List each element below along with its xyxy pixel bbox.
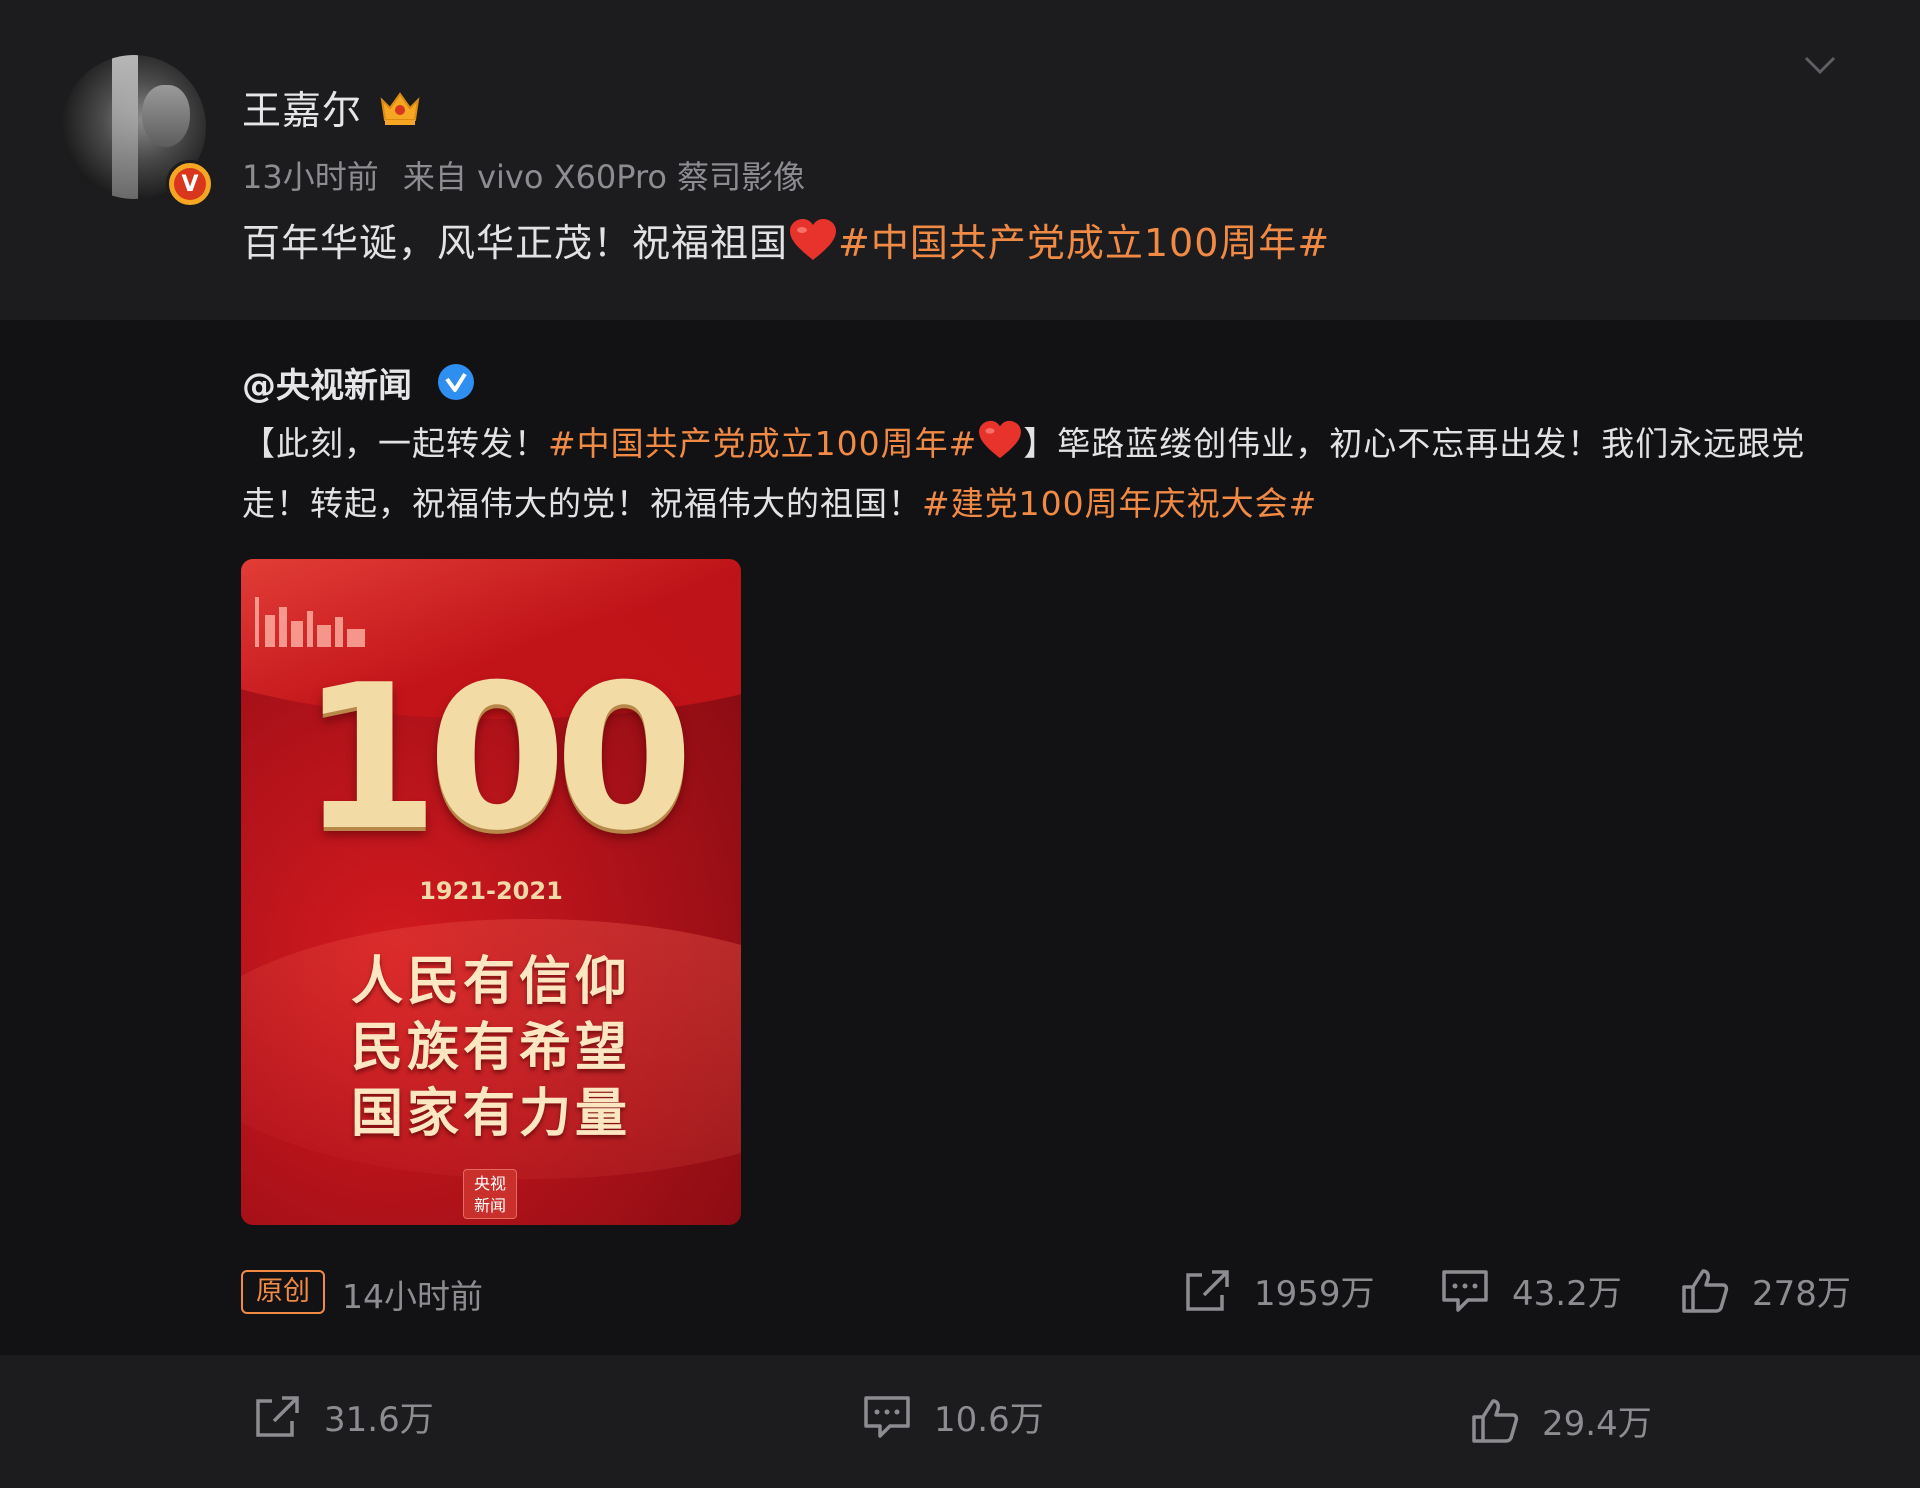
verified-blue-icon <box>438 364 474 400</box>
original-badge: 原创 <box>241 1270 325 1314</box>
repost-text-part1: 【此刻，一起转发！ <box>242 424 548 463</box>
share-count: 31.6万 <box>324 1400 434 1440</box>
post-topic-link[interactable]: #中国共产党成立100周年# <box>838 221 1330 265</box>
repost-time: 14小时前 <box>342 1277 483 1316</box>
share-icon <box>1186 1269 1229 1311</box>
avatar-stripe <box>112 55 138 199</box>
repost-comment-button[interactable]: 43.2万 <box>1440 1266 1622 1315</box>
like-count: 29.4万 <box>1542 1404 1652 1444</box>
like-button[interactable]: 29.4万 <box>1470 1396 1652 1445</box>
comment-button[interactable]: 10.6万 <box>862 1392 1044 1441</box>
repost-text: 【此刻，一起转发！#中国共产党成立100周年# 】筚路蓝缕创伟业，初心不忘再出发！… <box>242 414 1842 534</box>
post-meta: 13小时前 来自 vivo X60Pro 蔡司影像 <box>242 152 819 198</box>
share-icon <box>256 1395 299 1437</box>
avatar-face <box>142 85 190 147</box>
post-text-body: 百年华诞，风华正茂！祝福祖国 <box>242 221 789 265</box>
verified-v-badge-icon: V <box>166 160 214 208</box>
post-text: 百年华诞，风华正茂！祝福祖国 #中国共产党成立100周年# <box>242 212 1330 267</box>
post-source[interactable]: 来自 vivo X60Pro 蔡司影像 <box>403 158 805 196</box>
repost-image[interactable]: 100 1921-2021 人民有信仰 民族有希望 国家有力量 央视 新闻 <box>241 559 741 1225</box>
repost-like-button[interactable]: 278万 <box>1680 1266 1851 1315</box>
comment-icon <box>864 1395 910 1438</box>
repost-comment-count: 43.2万 <box>1512 1274 1622 1314</box>
share-button[interactable]: 31.6万 <box>252 1392 434 1441</box>
poster-years: 1921-2021 <box>419 877 563 905</box>
post-username[interactable]: 王嘉尔 <box>242 80 362 136</box>
repost-share-button[interactable]: 1959万 <box>1182 1266 1375 1315</box>
poster-slogan-line: 民族有希望 <box>350 1018 631 1078</box>
thumbs-up-icon <box>1682 1268 1729 1313</box>
cctv-news-logo: 央视 新闻 <box>463 1169 517 1219</box>
post-time: 13小时前 <box>242 158 379 196</box>
comment-icon <box>1442 1269 1488 1312</box>
heart-emoji-icon <box>790 219 837 260</box>
repost-topic-link-2[interactable]: #建党100周年庆祝大会# <box>922 484 1317 523</box>
chevron-down-icon[interactable] <box>1800 50 1840 80</box>
heart-emoji-icon <box>979 420 1022 459</box>
repost-share-count: 1959万 <box>1254 1274 1375 1314</box>
poster-slogan-line: 人民有信仰 <box>350 952 631 1012</box>
repost-topic-link-1[interactable]: #中国共产党成立100周年# <box>548 424 977 463</box>
skyline-icon <box>255 597 365 647</box>
repost-username[interactable]: @央视新闻 <box>242 358 412 407</box>
comment-count: 10.6万 <box>934 1400 1044 1440</box>
repost-like-count: 278万 <box>1752 1274 1851 1314</box>
crown-icon[interactable] <box>378 86 422 128</box>
thumbs-up-icon <box>1472 1398 1519 1443</box>
poster-number: 100 <box>300 642 693 875</box>
poster-slogan-line: 国家有力量 <box>350 1084 631 1144</box>
